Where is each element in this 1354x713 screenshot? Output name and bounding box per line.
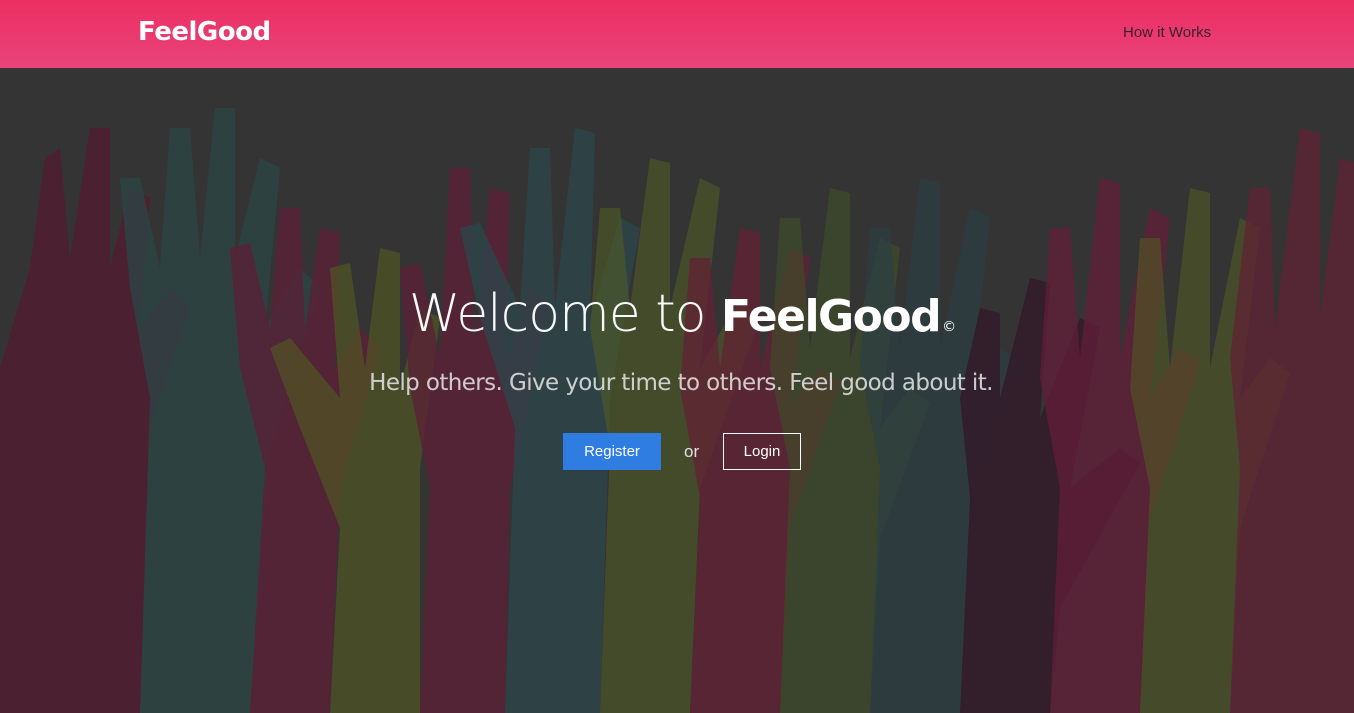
headline-prefix: Welcome to — [408, 284, 707, 344]
welcome-headline: Welcome to FeelGood © — [0, 282, 1354, 359]
nav-link-how-it-works[interactable]: How it Works — [1123, 23, 1211, 43]
login-button[interactable]: Login — [723, 433, 801, 470]
hero-section: Welcome to FeelGood © Help others. Give y… — [0, 68, 1354, 713]
brand-logo[interactable]: FeelGood — [138, 14, 271, 50]
register-button[interactable]: Register — [563, 433, 661, 470]
headline-brand: FeelGood — [721, 291, 942, 342]
copyright-mark: © — [942, 319, 956, 335]
top-navbar: FeelGood How it Works — [0, 0, 1354, 68]
hero-tagline: Help others. Give your time to others. F… — [369, 370, 993, 396]
or-separator: or — [684, 442, 700, 461]
